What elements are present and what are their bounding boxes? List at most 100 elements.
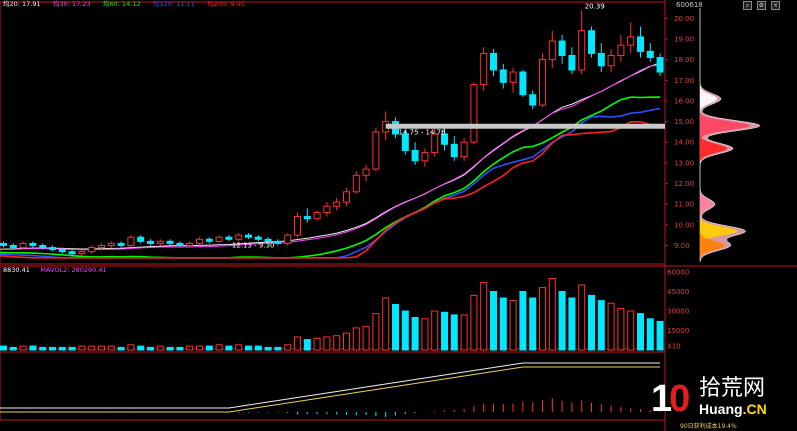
candle-body xyxy=(597,52,605,67)
volume-bar xyxy=(196,345,203,351)
candle-body xyxy=(568,54,576,71)
ma-legend-item: 均30: 17.23 xyxy=(53,0,91,8)
panel-frame xyxy=(0,348,666,421)
candle-body xyxy=(29,242,37,246)
volume-bar xyxy=(539,287,546,351)
candle-body xyxy=(166,240,174,244)
volume-bar xyxy=(254,345,262,351)
candle-body xyxy=(107,242,115,246)
volume-bar xyxy=(186,345,194,351)
ma-line-20 xyxy=(0,62,661,250)
y-tick-label: 10.00 xyxy=(674,221,694,229)
candle-body xyxy=(147,240,154,244)
volume-bar xyxy=(29,345,37,351)
ma-legend-item: 均120: 11.11 xyxy=(153,0,195,8)
volume-bar xyxy=(382,297,390,351)
volume-tick-label: 30000 xyxy=(667,308,689,316)
volume-bar xyxy=(274,346,282,351)
volume-bar xyxy=(235,344,243,351)
ma-line-30 xyxy=(0,64,661,251)
volume-legend-item: MAVOL2: 280290.41 xyxy=(40,266,106,274)
candle-body xyxy=(68,251,76,255)
volume-tick-label: 45000 xyxy=(667,288,689,296)
ma-legend-item: 均20: 17.91 xyxy=(3,0,41,8)
volume-bar xyxy=(441,311,448,351)
candle-body xyxy=(558,40,566,56)
volume-bar xyxy=(529,297,537,351)
volume-bar xyxy=(656,320,664,351)
candle-body xyxy=(0,242,7,246)
candle-body xyxy=(58,249,66,253)
candle-body xyxy=(254,236,262,240)
ma-legend-item: 均60: 14.12 xyxy=(103,0,141,8)
candle-body xyxy=(411,149,419,162)
volume-bar xyxy=(509,300,517,351)
volume-bar xyxy=(49,346,56,351)
volume-bar xyxy=(411,317,419,351)
volume-bar xyxy=(147,346,154,351)
ma-line-200 xyxy=(0,120,661,259)
volume-bar xyxy=(284,344,292,351)
volume-bar xyxy=(294,336,301,351)
volume-bar xyxy=(499,297,507,351)
volume-bar xyxy=(117,346,125,351)
candle-body xyxy=(450,143,458,158)
volume-bar xyxy=(225,345,233,351)
volume-bar xyxy=(470,294,478,351)
ma-line-120 xyxy=(0,107,661,259)
stock-code: 600618 xyxy=(676,1,703,9)
watermark-number: 10 xyxy=(651,378,690,420)
ma-legend-item: 均200: 9.91 xyxy=(207,0,245,8)
candle-body xyxy=(548,40,556,61)
candle-body xyxy=(88,247,96,253)
volume-bar xyxy=(431,310,439,351)
candle-body xyxy=(19,242,27,249)
candle-body xyxy=(362,168,370,176)
volume-bar xyxy=(0,345,7,351)
candle-body xyxy=(284,234,292,244)
candle-body xyxy=(137,236,145,242)
settings-icon[interactable]: ⚙ xyxy=(757,1,766,10)
volume-bar xyxy=(303,339,311,351)
volume-bar xyxy=(264,346,272,351)
y-tick-label: 16.00 xyxy=(674,97,694,105)
candle-body xyxy=(186,242,194,246)
volume-bar xyxy=(88,345,96,351)
candle-body xyxy=(323,205,331,213)
volume-bar xyxy=(490,291,497,351)
candle-body xyxy=(303,216,311,220)
volume-bar xyxy=(78,345,86,351)
volume-bar xyxy=(333,335,341,351)
volume-tick-label: X10 xyxy=(667,343,681,351)
search-icon[interactable]: ⌕ xyxy=(743,1,752,10)
candle-body xyxy=(127,236,135,246)
stock-chart[interactable]: 20.00 19.00 18.00 17.00 16.00 15.00 14.00 13.00… xyxy=(0,0,797,431)
candle-body xyxy=(421,152,429,162)
candle-body xyxy=(499,69,507,83)
volume-bar xyxy=(627,310,635,351)
y-tick-label: 14.00 xyxy=(674,139,694,147)
volume-bar xyxy=(578,284,586,351)
volume-bar xyxy=(137,345,145,351)
watermark-logo: 10 拾荒网 Huang.CN xyxy=(651,375,791,423)
candle-body xyxy=(352,174,360,193)
price-annotation: 14.75 - 14.76 xyxy=(399,129,447,137)
candle-body xyxy=(333,201,341,207)
candle-body xyxy=(205,238,213,242)
volume-bar xyxy=(98,345,105,351)
volume-bar xyxy=(176,346,184,351)
candle-body xyxy=(225,236,233,240)
close-icon[interactable]: × xyxy=(771,1,780,10)
candle-body xyxy=(509,71,517,83)
volume-bar xyxy=(421,318,429,351)
volume-bar xyxy=(127,344,135,351)
candle-body xyxy=(235,234,243,240)
indicator-line xyxy=(0,362,661,409)
volume-bar xyxy=(313,337,321,351)
candle-body xyxy=(490,52,497,71)
volume-bar xyxy=(343,332,350,351)
volume-bar xyxy=(480,281,488,351)
candle-body xyxy=(656,57,664,73)
candle-body xyxy=(588,30,595,54)
indicator-line xyxy=(0,366,661,413)
